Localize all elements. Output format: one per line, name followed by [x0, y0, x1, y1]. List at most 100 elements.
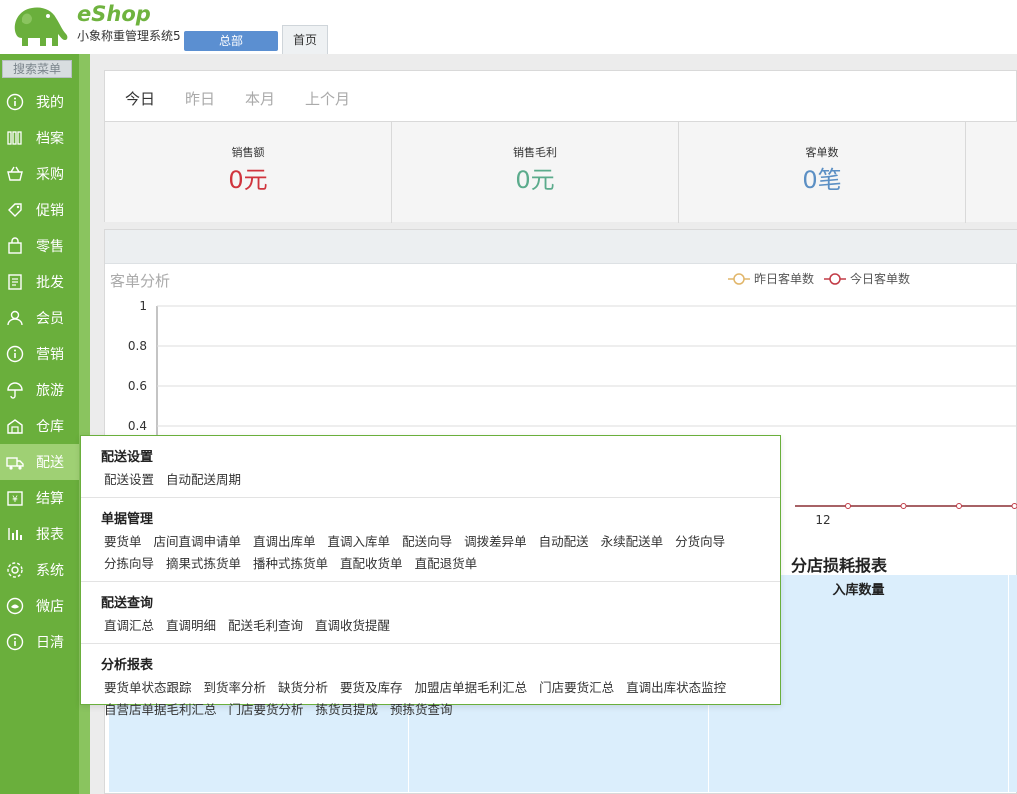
sidebar-item-label: 日清 [36, 635, 64, 651]
sidebar-item-label: 仓库 [36, 419, 64, 435]
table-row [109, 761, 1017, 792]
menu-link[interactable]: 加盟店单据毛利汇总 [415, 679, 528, 696]
menu-link[interactable]: 直配退货单 [415, 555, 478, 572]
stat-gross-profit: 销售毛利 0元 [392, 122, 679, 223]
chart-legend: 昨日客单数 今日客单数 [728, 270, 920, 287]
stat-sales-value: 0元 [228, 166, 268, 194]
umbrella-icon [7, 382, 23, 399]
sidebar-item-13[interactable]: 系统 [0, 552, 79, 588]
menu-link[interactable]: 门店要货汇总 [539, 679, 614, 696]
stat-placeholder [966, 122, 1017, 223]
sidebar-item-label: 结算 [36, 491, 64, 507]
stat-sales: 销售额 0元 [105, 122, 392, 223]
sidebar-item-5[interactable]: 批发 [0, 264, 79, 300]
menu-link[interactable]: 要货及库存 [340, 679, 403, 696]
menu-section-title: 配送查询 [101, 596, 154, 611]
menu-link[interactable]: 永续配送单 [601, 533, 664, 550]
sidebar-item-label: 报表 [36, 527, 64, 543]
sidebar-item-15[interactable]: 日清 [0, 624, 79, 660]
elephant-logo[interactable] [8, 4, 70, 48]
stat-orders-value: 0笔 [802, 166, 842, 194]
menu-link[interactable]: 自动配送周期 [166, 471, 241, 488]
chart-header-bar [105, 230, 1017, 264]
menu-link[interactable]: 配送设置 [104, 471, 154, 488]
tab-home[interactable]: 首页 [282, 25, 328, 54]
tab-today[interactable]: 今日 [125, 88, 155, 109]
branch-button[interactable]: 总部 [184, 31, 278, 51]
menu-link[interactable]: 拣货员提成 [316, 701, 379, 718]
sidebar-item-label: 会员 [36, 311, 64, 327]
tab-this-month[interactable]: 本月 [245, 88, 275, 109]
menu-link[interactable]: 调拨差异单 [464, 533, 527, 550]
tab-last-month[interactable]: 上个月 [305, 88, 350, 109]
x-tick-label: 12 [815, 513, 830, 527]
menu-link[interactable]: 直调入库单 [328, 533, 391, 550]
truck-icon [6, 457, 24, 470]
menu-links: 配送设置 自动配送周期 [101, 471, 751, 493]
y-tick-label: 0.4 [128, 419, 147, 433]
menu-link[interactable]: 自动配送 [539, 533, 589, 550]
menu-link[interactable]: 分货向导 [675, 533, 725, 550]
sidebar-item-7[interactable]: 营销 [0, 336, 79, 372]
menu-link[interactable]: 缺货分析 [278, 679, 328, 696]
table-row [109, 730, 1017, 761]
sidebar-item-8[interactable]: 旅游 [0, 372, 79, 408]
stat-sales-label: 销售额 [231, 146, 265, 159]
menu-link[interactable]: 直调出库状态监控 [626, 679, 726, 696]
menu-link[interactable]: 预拣货查询 [390, 701, 453, 718]
menu-link[interactable]: 直调收货提醒 [315, 617, 390, 634]
menu-link[interactable]: 店间直调申请单 [154, 533, 242, 550]
basket-icon [7, 166, 23, 181]
menu-link[interactable]: 直调明细 [166, 617, 216, 634]
sidebar-item-label: 旅游 [36, 383, 64, 399]
sidebar-item-11[interactable]: ¥ 结算 [0, 480, 79, 516]
sidebar-item-3[interactable]: 促销 [0, 192, 79, 228]
y-tick-label: 0.8 [128, 339, 147, 353]
menu-link[interactable]: 要货单状态跟踪 [104, 679, 192, 696]
sidebar-item-6[interactable]: 会员 [0, 300, 79, 336]
menu-links: 要货单 店间直调申请单 直调出库单 直调入库单 配送向导 调拨差异单 自动配送 永续配送单 分货… [101, 533, 751, 577]
sidebar-item-4[interactable]: 零售 [0, 228, 79, 264]
menu-link[interactable]: 配送向导 [402, 533, 452, 550]
legend-today[interactable]: 今日客单数 [824, 270, 910, 287]
menu-link[interactable]: 要货单 [104, 533, 142, 550]
menu-link[interactable]: 配送毛利查询 [228, 617, 303, 634]
menu-link[interactable]: 分拣向导 [104, 555, 154, 572]
sidebar-item-label: 档案 [36, 131, 64, 147]
sidebar-item-2[interactable]: 采购 [0, 156, 79, 192]
sidebar-item-14[interactable]: 微店 [0, 588, 79, 624]
sidebar-item-label: 微店 [36, 599, 64, 615]
legend-yesterday[interactable]: 昨日客单数 [728, 270, 814, 287]
menu-link[interactable]: 直调汇总 [104, 617, 154, 634]
sidebar-item-1[interactable]: 档案 [0, 120, 79, 156]
table-header-cell [1009, 575, 1017, 606]
header: eShop 小象称重管理系统5 总部 首页 [0, 0, 1017, 54]
sidebar: 搜索菜单 我的档案采购 促销零售批发会员营销旅游仓库配送 ¥ 结算报表系统微店日清 [0, 54, 79, 794]
bag-icon [8, 237, 22, 254]
menu-search-input[interactable]: 搜索菜单 [2, 60, 72, 78]
sidebar-item-label: 批发 [36, 275, 64, 291]
menu-link[interactable]: 直调出库单 [253, 533, 316, 550]
sidebar-item-label: 零售 [36, 239, 64, 255]
menu-link[interactable]: 自营店单据毛利汇总 [104, 701, 217, 718]
brand-title: eShop [77, 2, 151, 26]
menu-section-1: 单据管理要货单 店间直调申请单 直调出库单 直调入库单 配送向导 调拨差异单 自动配送 永续配… [81, 498, 780, 582]
sidebar-item-9[interactable]: 仓库 [0, 408, 79, 444]
data-point-today [1011, 503, 1017, 509]
gear-icon [7, 562, 23, 578]
menu-section-3: 分析报表 要货单状态跟踪 到货率分析 缺货分析 要货及库存 加盟店单据毛利汇总 门店要货汇总… [81, 644, 780, 727]
sidebar-item-12[interactable]: 报表 [0, 516, 79, 552]
sidebar-item-10[interactable]: 配送 [0, 444, 79, 480]
menu-section-title: 单据管理 [101, 512, 154, 527]
svg-text:¥: ¥ [12, 495, 18, 505]
menu-link[interactable]: 到货率分析 [204, 679, 267, 696]
menu-link[interactable]: 门店要货分析 [229, 701, 304, 718]
tab-yesterday[interactable]: 昨日 [185, 88, 215, 109]
data-point-today [956, 503, 962, 509]
menu-link[interactable]: 直配收货单 [340, 555, 403, 572]
menu-link[interactable]: 播种式拣货单 [253, 555, 328, 572]
sidebar-item-0[interactable]: 我的 [0, 84, 79, 120]
stat-orders: 客单数 0笔 [679, 122, 966, 223]
legend-today-marker [824, 272, 847, 285]
menu-link[interactable]: 摘果式拣货单 [166, 555, 241, 572]
